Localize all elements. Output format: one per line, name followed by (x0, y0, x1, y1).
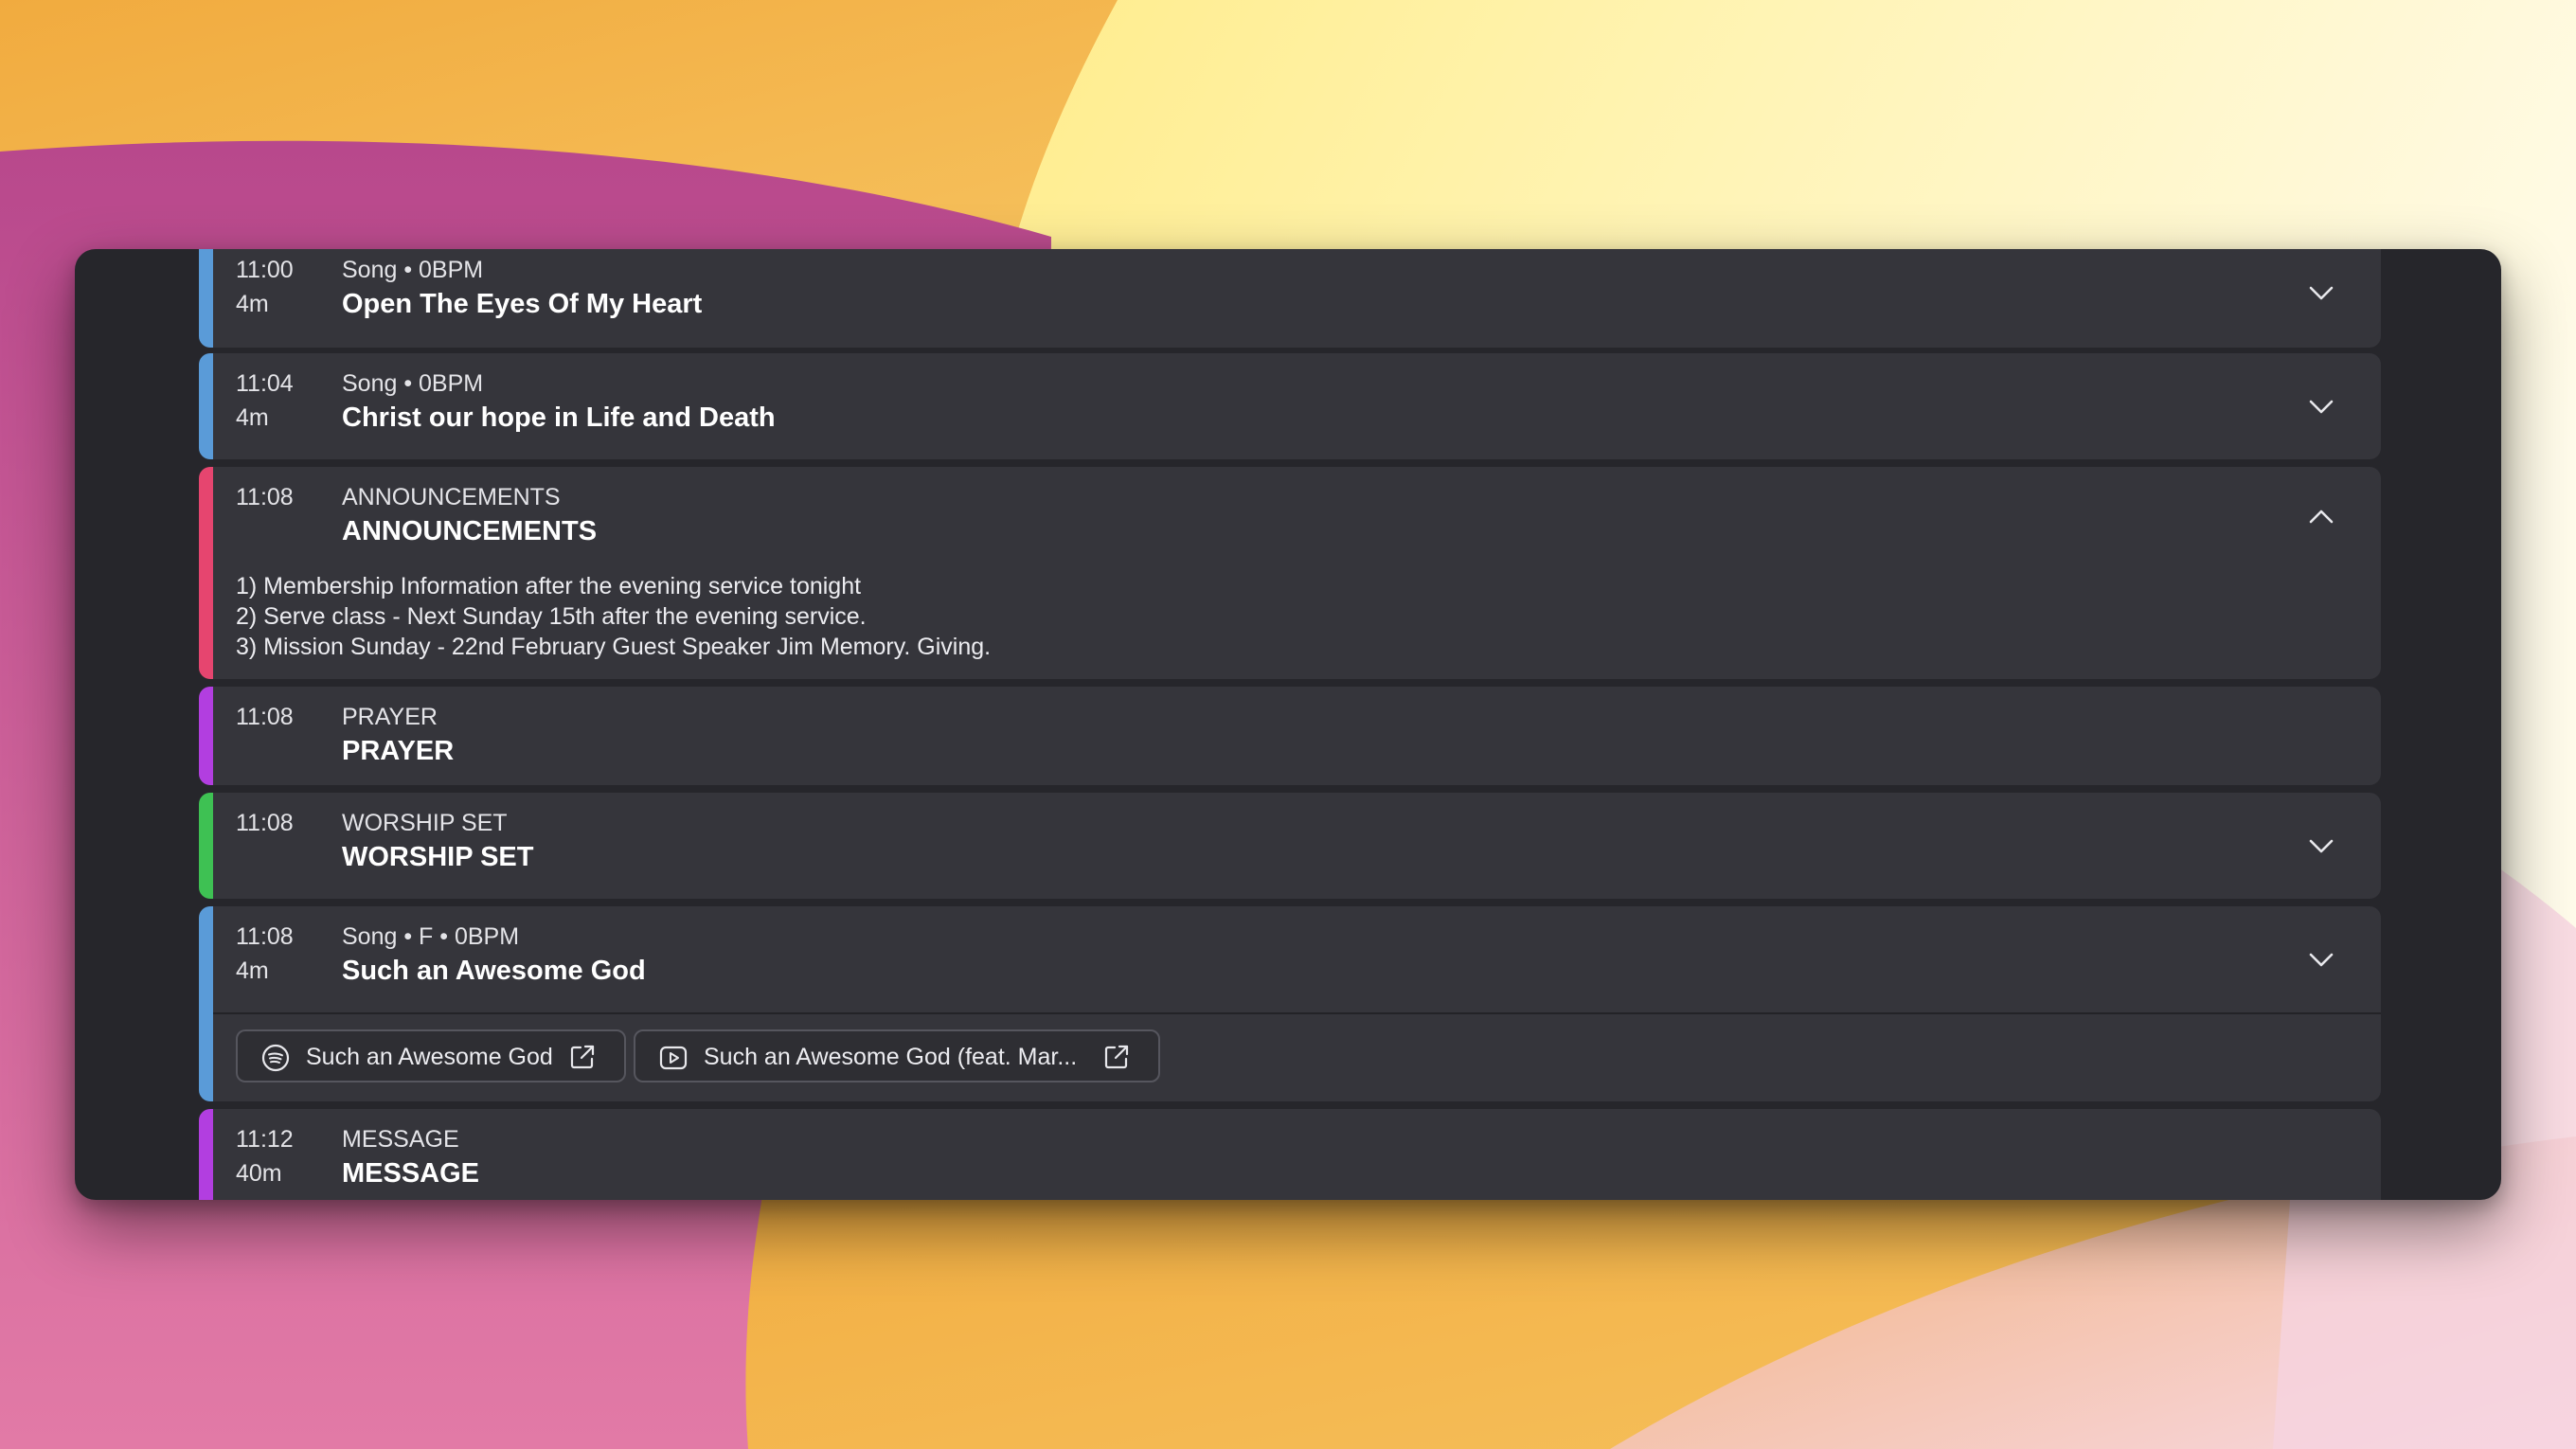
item-title: MESSAGE (342, 1158, 480, 1189)
item-subtitle: Song • F • 0BPM (342, 923, 520, 950)
chevron-down-icon[interactable] (2307, 945, 2335, 974)
category-color-stripe (199, 353, 213, 459)
note-line: 1) Membership Information after the even… (236, 573, 862, 599)
chevron-down-icon[interactable] (2307, 392, 2335, 420)
item-title: Christ our hope in Life and Death (342, 402, 776, 433)
category-color-stripe (199, 906, 213, 1101)
item-subtitle: ANNOUNCEMENTS (342, 484, 561, 510)
youtube-link-button[interactable]: Such an Awesome God (feat. Mar... (634, 1029, 1160, 1082)
list-item-worship-set[interactable]: 11:08 WORSHIP SET WORSHIP SET (199, 793, 2381, 899)
item-subtitle: PRAYER (342, 704, 438, 730)
item-duration: 4m (236, 404, 269, 431)
item-duration: 4m (236, 957, 269, 984)
divider (213, 1012, 2381, 1014)
item-notes: 1) Membership Information after the even… (236, 571, 991, 662)
item-time: 11:08 (236, 484, 294, 510)
item-time: 11:08 (236, 810, 294, 836)
list-item[interactable]: 11:00 4m Song • 0BPM Open The Eyes Of My… (199, 249, 2381, 348)
note-line: 3) Mission Sunday - 22nd February Guest … (236, 634, 992, 660)
item-title: PRAYER (342, 736, 455, 766)
list-item[interactable]: 11:04 4m Song • 0BPM Christ our hope in … (199, 353, 2381, 459)
list-item-prayer[interactable]: 11:08 PRAYER PRAYER (199, 687, 2381, 785)
item-time: 11:08 (236, 923, 294, 950)
category-color-stripe (199, 687, 213, 785)
external-link-icon (1104, 1045, 1129, 1069)
item-title: WORSHIP SET (342, 842, 534, 872)
item-duration: 4m (236, 291, 269, 317)
item-subtitle: WORSHIP SET (342, 810, 508, 836)
item-subtitle: Song • 0BPM (342, 370, 484, 397)
chevron-down-icon[interactable] (2307, 278, 2335, 307)
item-time: 11:08 (236, 704, 294, 730)
chevron-down-icon[interactable] (2307, 832, 2335, 860)
category-color-stripe (199, 249, 213, 348)
item-title: Open The Eyes Of My Heart (342, 289, 703, 319)
list-item-song[interactable]: 11:08 4m Song • F • 0BPM Such an Awesome… (199, 906, 2381, 1101)
item-subtitle: Song • 0BPM (342, 257, 484, 283)
item-title: ANNOUNCEMENTS (342, 516, 598, 546)
chevron-up-icon[interactable] (2307, 503, 2335, 531)
item-time: 11:12 (236, 1126, 294, 1153)
item-time: 11:04 (236, 370, 294, 397)
list-item-announcements[interactable]: 11:08 ANNOUNCEMENTS ANNOUNCEMENTS 1) Mem… (199, 467, 2381, 679)
category-color-stripe (199, 467, 213, 679)
link-label: Such an Awesome God (feat. Mar... (704, 1044, 1078, 1070)
youtube-icon (659, 1046, 688, 1070)
service-plan-window: 11:00 4m Song • 0BPM Open The Eyes Of My… (75, 249, 2501, 1200)
item-title: Such an Awesome God (342, 956, 646, 986)
spotify-link-button[interactable]: Such an Awesome God (236, 1029, 626, 1082)
category-color-stripe (199, 1109, 213, 1200)
link-label: Such an Awesome God (306, 1044, 553, 1070)
item-subtitle: MESSAGE (342, 1126, 459, 1153)
spotify-icon (261, 1044, 290, 1072)
external-link-icon (570, 1045, 595, 1069)
list-item-message[interactable]: 11:12 40m MESSAGE MESSAGE (199, 1109, 2381, 1200)
note-line: 2) Serve class - Next Sunday 15th after … (236, 603, 867, 630)
item-duration: 40m (236, 1160, 282, 1187)
item-time: 11:00 (236, 257, 294, 283)
category-color-stripe (199, 793, 213, 899)
